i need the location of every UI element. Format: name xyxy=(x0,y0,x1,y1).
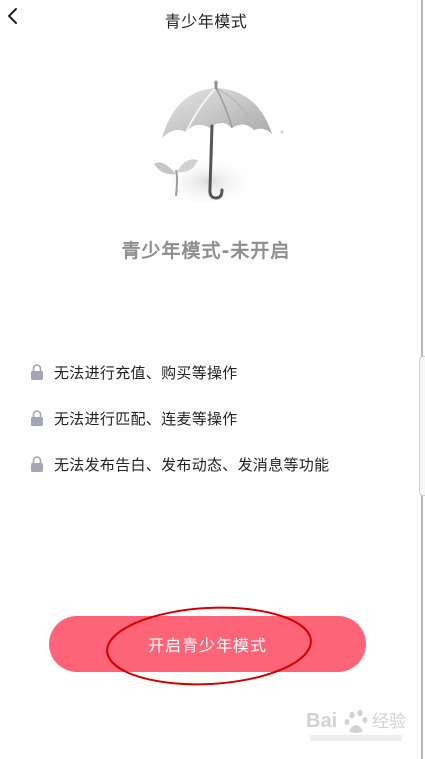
lock-icon xyxy=(31,456,43,472)
lock-icon xyxy=(31,364,43,380)
restriction-text: 无法发布告白、发布动态、发消息等功能 xyxy=(54,455,330,474)
header-bar: 青少年模式 xyxy=(0,0,420,38)
restriction-item: 无法进行匹配、连麦等操作 xyxy=(30,406,400,430)
svg-text:Bai: Bai xyxy=(306,710,337,732)
restriction-item: 无法发布告白、发布动态、发消息等功能 xyxy=(30,452,400,476)
baidu-jingyan-logo: Bai 经验 xyxy=(306,709,406,741)
page-title: 青少年模式 xyxy=(164,12,248,31)
svg-text:经验: 经验 xyxy=(372,712,406,732)
umbrella-sprout-icon xyxy=(154,80,284,208)
teen-mode-status: 青少年模式-未开启 xyxy=(121,240,291,262)
enable-teen-mode-button[interactable]: 开启青少年模式 xyxy=(49,616,366,672)
restriction-list: 无法进行充值、购买等操作 无法进行匹配、连麦等操作 无法发布告白、发布动态、发消… xyxy=(30,360,400,498)
restriction-item: 无法进行充值、购买等操作 xyxy=(30,360,400,384)
side-pull-tab[interactable] xyxy=(419,356,425,496)
lock-icon xyxy=(31,410,43,426)
restriction-text: 无法进行充值、购买等操作 xyxy=(54,363,238,382)
restriction-text: 无法进行匹配、连麦等操作 xyxy=(54,409,238,428)
teen-mode-page: 青少年模式 青少年模式-未开启 无法进行充值、购买等操作 无法进行匹配、连麦等操… xyxy=(0,0,425,759)
